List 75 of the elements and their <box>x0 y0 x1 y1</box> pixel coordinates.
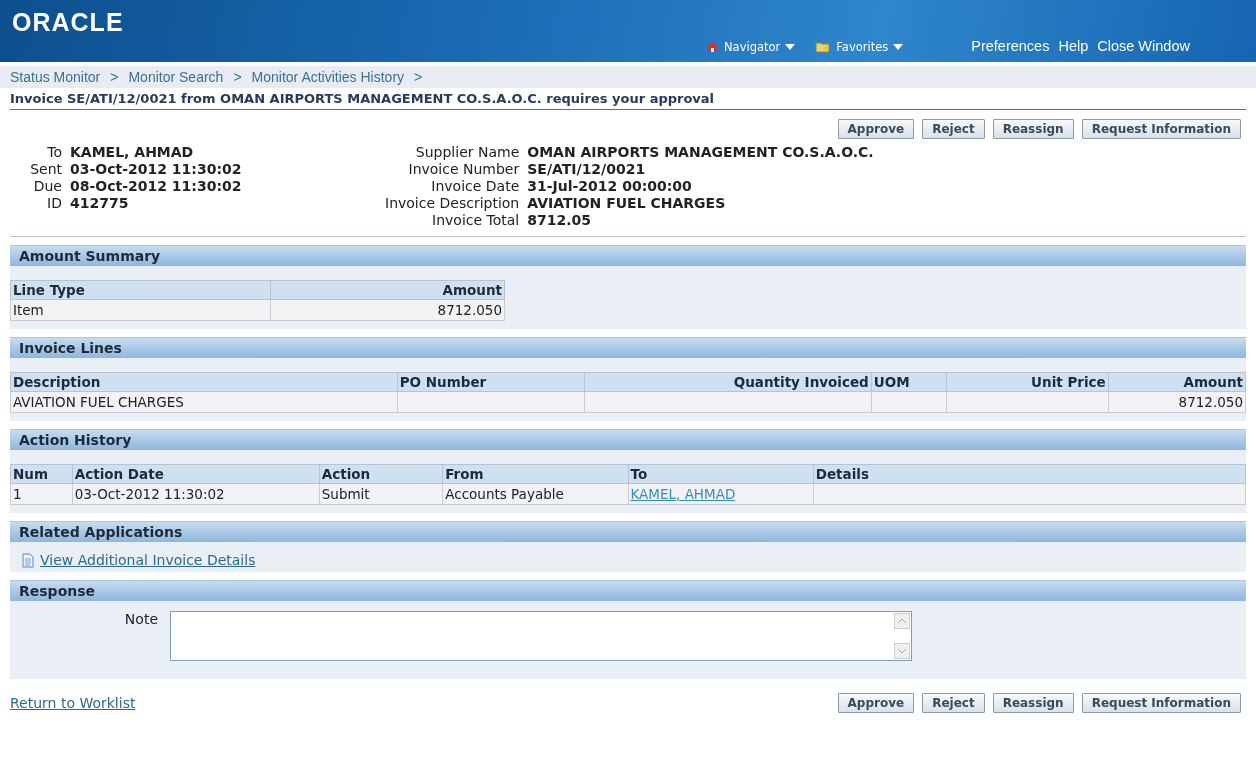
menu-button[interactable]: Navigator <box>706 40 796 54</box>
column-header: Description <box>10 372 398 392</box>
recipient-link[interactable]: KAMEL, AHMAD <box>630 486 736 502</box>
column-header: UOM <box>871 372 947 392</box>
action-button[interactable]: Approve <box>837 119 915 139</box>
menu-button[interactable]: Favorites <box>815 40 904 54</box>
table-cell: AVIATION FUEL CHARGES <box>10 391 398 413</box>
action-button[interactable]: Request Information <box>1081 119 1241 139</box>
scroll-down-icon <box>894 643 910 659</box>
breadcrumb-separator: > <box>414 69 423 85</box>
action-button[interactable]: Request Information <box>1081 693 1241 713</box>
detail-label: Invoice Date <box>430 178 520 194</box>
detail-value: SE/ATI/12/0021 <box>527 161 647 177</box>
detail-value: AVIATION FUEL CHARGES <box>527 195 727 211</box>
global-link[interactable]: Preferences <box>971 38 1050 54</box>
detail-value: 31-Jul-2012 00:00:00 <box>527 178 693 194</box>
breadcrumb-link[interactable]: Monitor Activities History <box>251 69 405 85</box>
detail-value: 8712.05 <box>527 212 592 228</box>
detail-label: To <box>46 144 62 160</box>
page-title: Invoice SE/ATI/12/0021 from OMAN AIRPORTS MANAGEMENT CO.S.A.O.C. requires your approval <box>10 91 1246 110</box>
table-cell: 1 <box>10 483 73 505</box>
detail-label: Sent <box>29 161 62 177</box>
note-field[interactable] <box>170 611 912 661</box>
caret-icon <box>785 44 796 50</box>
field-label: Note <box>123 611 158 629</box>
scroll-up-icon <box>894 613 910 629</box>
section-header: Invoice Lines <box>10 337 1246 358</box>
global-link[interactable]: Close Window <box>1097 38 1190 54</box>
logo: ORACLE <box>12 8 124 37</box>
column-header: Amount <box>1108 372 1246 392</box>
document-icon <box>22 552 34 568</box>
column-header: Action <box>319 464 443 484</box>
action-button[interactable]: Approve <box>837 693 915 713</box>
section-header: Action History <box>10 429 1246 450</box>
details-link[interactable]: View Additional Invoice Details <box>40 552 256 568</box>
detail-value: 03-Oct-2012 11:30:02 <box>70 161 243 177</box>
column-header: Amount <box>270 280 505 300</box>
caret-icon <box>893 44 904 50</box>
column-header: Line Type <box>10 280 271 300</box>
action-button[interactable]: Reassign <box>992 693 1074 713</box>
column-header: PO Number <box>397 372 585 392</box>
column-header: Action Date <box>72 464 320 484</box>
detail-value: 412775 <box>70 195 130 211</box>
detail-value: 08-Oct-2012 11:30:02 <box>70 178 243 194</box>
home-icon <box>706 41 719 53</box>
action-button[interactable]: Reassign <box>992 119 1074 139</box>
detail-label: Supplier Name <box>414 144 520 160</box>
column-header: From <box>442 464 628 484</box>
detail-value: OMAN AIRPORTS MANAGEMENT CO.S.A.O.C. <box>527 144 874 160</box>
detail-label: ID <box>46 195 62 211</box>
breadcrumb-link[interactable]: Monitor Search <box>128 69 224 85</box>
table-cell: 03-Oct-2012 11:30:02 <box>72 483 320 505</box>
breadcrumb-separator: > <box>233 69 242 85</box>
detail-label: Due <box>32 178 62 194</box>
return-link[interactable]: Return to Worklist <box>10 695 136 711</box>
column-header: Unit Price <box>946 372 1109 392</box>
section-header: Amount Summary <box>10 245 1246 266</box>
breadcrumb-link[interactable]: Status Monitor <box>10 69 101 85</box>
detail-value: KAMEL, AHMAD <box>70 144 195 160</box>
breadcrumb-separator: > <box>110 69 119 85</box>
action-button[interactable]: Reject <box>922 693 985 713</box>
detail-label: Invoice Total <box>431 212 520 228</box>
action-button[interactable]: Reject <box>922 119 985 139</box>
global-link[interactable]: Help <box>1058 38 1089 54</box>
detail-label: Invoice Description <box>385 195 520 211</box>
section-header: Response <box>10 580 1246 601</box>
section-header: Related Applications <box>10 521 1246 542</box>
column-header: To <box>628 464 814 484</box>
detail-label: Invoice Number <box>407 161 520 177</box>
table-cell: Item <box>10 299 271 321</box>
column-header: Quantity Invoiced <box>584 372 872 392</box>
folder-star-icon <box>815 41 832 53</box>
column-header: Details <box>813 464 1246 484</box>
column-header: Num <box>10 464 73 484</box>
table-cell: 8712.050 <box>270 299 505 321</box>
